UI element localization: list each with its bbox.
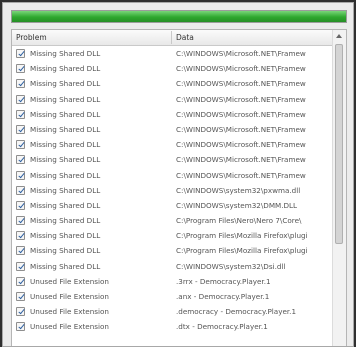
data-cell: .3rrx - Democracy.Player.1 — [176, 276, 271, 286]
table-row[interactable]: Unused File Extension .anx - Democracy.Pl… — [12, 289, 334, 304]
problem-cell: Missing Shared DLL — [30, 200, 101, 210]
data-cell: C:\WINDOWS\Microsoft.NET\Framew — [176, 49, 306, 58]
problem-cell: Unused File Extension — [30, 292, 109, 301]
scrollbar-thumb[interactable] — [335, 44, 343, 244]
problem-cell: Missing Shared DLL — [30, 231, 101, 241]
data-cell: C:\Program Files\Nero\Nero 7\Core\ — [176, 216, 302, 226]
problem-cell: Missing Shared DLL — [30, 170, 101, 180]
data-cell: C:\WINDOWS\Microsoft.NET\Framew — [176, 170, 306, 180]
data-cell: C:\WINDOWS\Microsoft.NET\Framew — [176, 79, 306, 89]
problem-cell: Missing Shared DLL — [30, 216, 101, 226]
problem-cell: Missing Shared DLL — [30, 64, 101, 74]
column-header-data[interactable]: Data — [176, 33, 194, 42]
problem-cell: Unused File Extension — [30, 276, 109, 286]
table-row[interactable]: Missing Shared DLL C:\WINDOWS\Microsoft.N… — [12, 152, 334, 167]
table-row[interactable]: Missing Shared DLL C:\WINDOWS\Microsoft.N… — [12, 92, 334, 107]
column-divider[interactable] — [171, 31, 172, 44]
row-checkbox[interactable] — [16, 124, 25, 134]
data-cell: C:\WINDOWS\system32\DMM.DLL — [176, 200, 298, 210]
row-checkbox[interactable] — [16, 155, 25, 165]
table-row[interactable]: Unused File Extension .3rrx - Democracy.P… — [12, 274, 334, 289]
row-checkbox[interactable] — [16, 140, 25, 150]
row-checkbox[interactable] — [16, 292, 25, 301]
problem-cell: Missing Shared DLL — [30, 140, 101, 150]
problem-cell: Missing Shared DLL — [30, 94, 101, 104]
row-checkbox[interactable] — [16, 231, 25, 241]
table-row[interactable]: Missing Shared DLL C:\WINDOWS\Microsoft.N… — [12, 61, 334, 76]
row-checkbox[interactable] — [16, 322, 25, 332]
data-cell: C:\WINDOWS\Microsoft.NET\Framew — [176, 140, 306, 150]
table-row[interactable]: Missing Shared DLL C:\WINDOWS\Microsoft.N… — [12, 137, 334, 152]
problem-cell: Missing Shared DLL — [30, 109, 101, 119]
table-row[interactable]: Missing Shared DLL C:\WINDOWS\Microsoft.N… — [12, 107, 334, 122]
problem-cell: Missing Shared DLL — [30, 49, 101, 58]
data-cell: C:\WINDOWS\system32\pxwma.dll — [176, 185, 301, 195]
data-cell: C:\WINDOWS\Microsoft.NET\Framew — [176, 64, 306, 74]
problem-cell: Missing Shared DLL — [30, 185, 101, 195]
column-header-problem[interactable]: Problem — [16, 33, 47, 42]
row-checkbox[interactable] — [16, 185, 25, 195]
data-cell: C:\Program Files\Mozilla Firefox\plugi — [176, 231, 308, 241]
data-cell: .dtx - Democracy.Player.1 — [176, 322, 268, 332]
problem-cell: Missing Shared DLL — [30, 124, 101, 134]
table-row[interactable]: Unused File Extension .dtx - Democracy.Pl… — [12, 319, 334, 334]
problem-list[interactable]: Problem Data Missing Shared DLL C:\WINDOW… — [11, 29, 347, 346]
list-header: Problem Data — [12, 30, 334, 46]
table-row[interactable]: Missing Shared DLL C:\WINDOWS\Microsoft.N… — [12, 46, 334, 61]
scan-progress-fill — [12, 11, 346, 22]
table-row[interactable]: Missing Shared DLL C:\Program Files\Nero\… — [12, 213, 334, 228]
table-row[interactable]: Unused File Extension .democracy - Democr… — [12, 304, 334, 319]
table-row[interactable]: Missing Shared DLL C:\WINDOWS\Microsoft.N… — [12, 76, 334, 91]
problem-cell: Missing Shared DLL — [30, 261, 101, 271]
data-cell: C:\WINDOWS\Microsoft.NET\Framew — [176, 94, 306, 104]
scroll-up-arrow-icon[interactable] — [336, 34, 342, 38]
table-row[interactable]: Missing Shared DLL C:\WINDOWS\Microsoft.N… — [12, 122, 334, 137]
problem-cell: Missing Shared DLL — [30, 155, 101, 165]
table-row[interactable]: Missing Shared DLL C:\Program Files\Mozil… — [12, 243, 334, 258]
data-cell: .anx - Democracy.Player.1 — [176, 292, 270, 301]
problem-cell: Unused File Extension — [30, 307, 109, 317]
table-row[interactable]: Missing Shared DLL C:\WINDOWS\system32\DM… — [12, 198, 334, 213]
problem-cell: Missing Shared DLL — [30, 246, 101, 256]
data-cell: C:\WINDOWS\Microsoft.NET\Framew — [176, 109, 306, 119]
row-checkbox[interactable] — [16, 307, 25, 317]
list-rows: Missing Shared DLL C:\WINDOWS\Microsoft.N… — [12, 46, 334, 335]
row-checkbox[interactable] — [16, 246, 25, 256]
table-row[interactable]: Missing Shared DLL C:\Program Files\Mozil… — [12, 228, 334, 243]
table-row[interactable]: Missing Shared DLL C:\WINDOWS\Microsoft.N… — [12, 168, 334, 183]
table-row[interactable]: Missing Shared DLL C:\WINDOWS\system32\Ds… — [12, 259, 334, 274]
row-checkbox[interactable] — [16, 109, 25, 119]
row-checkbox[interactable] — [16, 200, 25, 210]
problem-cell: Missing Shared DLL — [30, 79, 101, 89]
data-cell: C:\Program Files\Mozilla Firefox\plugi — [176, 246, 308, 256]
problem-cell: Unused File Extension — [30, 322, 109, 332]
row-checkbox[interactable] — [16, 49, 25, 58]
data-cell: .democracy - Democracy.Player.1 — [176, 307, 297, 317]
row-checkbox[interactable] — [16, 276, 25, 286]
vertical-scrollbar[interactable] — [332, 30, 346, 346]
data-cell: C:\WINDOWS\Microsoft.NET\Framew — [176, 124, 306, 134]
data-cell: C:\WINDOWS\system32\Dsi.dll — [176, 261, 286, 271]
row-checkbox[interactable] — [16, 170, 25, 180]
registry-scan-window: Problem Data Missing Shared DLL C:\WINDOW… — [2, 2, 354, 347]
row-checkbox[interactable] — [16, 261, 25, 271]
row-checkbox[interactable] — [16, 216, 25, 226]
table-row[interactable]: Missing Shared DLL C:\WINDOWS\system32\px… — [12, 183, 334, 198]
data-cell: C:\WINDOWS\Microsoft.NET\Framew — [176, 155, 306, 165]
scan-progress-bar — [11, 10, 347, 23]
row-checkbox[interactable] — [16, 64, 25, 74]
row-checkbox[interactable] — [16, 94, 25, 104]
row-checkbox[interactable] — [16, 79, 25, 89]
